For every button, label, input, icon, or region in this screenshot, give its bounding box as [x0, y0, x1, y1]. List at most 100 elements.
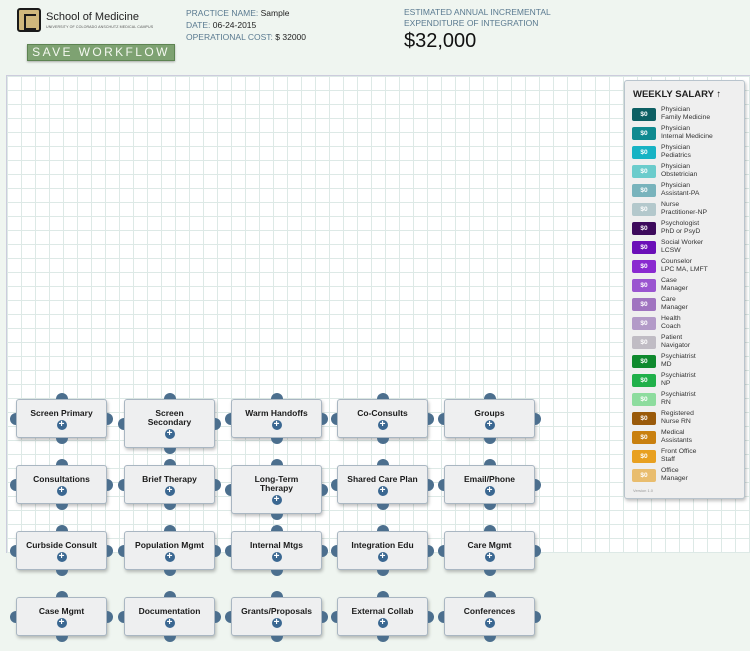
- connector-handle-bottom[interactable]: [55, 570, 68, 576]
- connector-handle-top[interactable]: [483, 525, 496, 531]
- connector-handle-top[interactable]: [483, 459, 496, 465]
- connector-handle-top[interactable]: [270, 525, 283, 531]
- connector-handle-top[interactable]: [55, 459, 68, 465]
- connector-handle-left[interactable]: [438, 544, 444, 557]
- connector-handle-right[interactable]: [428, 610, 434, 623]
- salary-value-chip[interactable]: $0: [632, 431, 656, 444]
- add-icon[interactable]: +: [56, 486, 67, 496]
- connector-handle-top[interactable]: [270, 591, 283, 597]
- connector-handle-left[interactable]: [10, 412, 16, 425]
- connector-handle-right[interactable]: [215, 610, 221, 623]
- connector-handle-top[interactable]: [55, 591, 68, 597]
- connector-handle-left[interactable]: [225, 544, 231, 557]
- connector-handle-top[interactable]: [376, 591, 389, 597]
- add-icon[interactable]: +: [164, 429, 175, 439]
- connector-handle-left[interactable]: [331, 544, 337, 557]
- salary-value-chip[interactable]: $0: [632, 222, 656, 235]
- add-icon[interactable]: +: [377, 420, 388, 430]
- salary-panel-title[interactable]: WEEKLY SALARY ↑: [633, 89, 721, 100]
- workflow-node[interactable]: Case Mgmt +: [10, 591, 113, 642]
- add-icon[interactable]: +: [271, 420, 282, 430]
- connector-handle-left[interactable]: [10, 610, 16, 623]
- salary-value-chip[interactable]: $0: [632, 393, 656, 406]
- connector-handle-bottom[interactable]: [483, 570, 496, 576]
- connector-handle-top[interactable]: [483, 591, 496, 597]
- connector-handle-bottom[interactable]: [376, 636, 389, 642]
- add-icon[interactable]: +: [271, 552, 282, 562]
- add-icon[interactable]: +: [484, 618, 495, 628]
- add-icon[interactable]: +: [484, 486, 495, 496]
- salary-value-chip[interactable]: $0: [632, 203, 656, 216]
- add-icon[interactable]: +: [271, 495, 282, 505]
- salary-value-chip[interactable]: $0: [632, 317, 656, 330]
- workflow-node[interactable]: Screen Primary +: [10, 393, 113, 444]
- workflow-node[interactable]: Groups +: [438, 393, 541, 444]
- connector-handle-left[interactable]: [438, 610, 444, 623]
- salary-value-chip[interactable]: $0: [632, 146, 656, 159]
- salary-value-chip[interactable]: $0: [632, 127, 656, 140]
- add-icon[interactable]: +: [271, 618, 282, 628]
- salary-value-chip[interactable]: $0: [632, 336, 656, 349]
- add-icon[interactable]: +: [377, 486, 388, 496]
- connector-handle-left[interactable]: [118, 610, 124, 623]
- salary-value-chip[interactable]: $0: [632, 165, 656, 178]
- add-icon[interactable]: +: [56, 420, 67, 430]
- salary-value-chip[interactable]: $0: [632, 469, 656, 482]
- workflow-node[interactable]: Email/Phone +: [438, 459, 541, 510]
- salary-value-chip[interactable]: $0: [632, 260, 656, 273]
- workflow-node[interactable]: Grants/Proposals +: [225, 591, 328, 642]
- add-icon[interactable]: +: [377, 552, 388, 562]
- connector-handle-left[interactable]: [331, 610, 337, 623]
- connector-handle-top[interactable]: [270, 459, 283, 465]
- connector-handle-left[interactable]: [225, 483, 231, 496]
- connector-handle-top[interactable]: [163, 525, 176, 531]
- salary-value-chip[interactable]: $0: [632, 355, 656, 368]
- workflow-node[interactable]: Integration Edu +: [331, 525, 434, 576]
- salary-value-chip[interactable]: $0: [632, 374, 656, 387]
- connector-handle-right[interactable]: [107, 610, 113, 623]
- add-icon[interactable]: +: [164, 618, 175, 628]
- add-icon[interactable]: +: [56, 552, 67, 562]
- workflow-node[interactable]: Screen Secondary +: [118, 393, 221, 454]
- connector-handle-top[interactable]: [163, 393, 176, 399]
- connector-handle-bottom[interactable]: [376, 570, 389, 576]
- add-icon[interactable]: +: [164, 552, 175, 562]
- workflow-node[interactable]: Care Mgmt +: [438, 525, 541, 576]
- connector-handle-left[interactable]: [118, 417, 124, 430]
- salary-value-chip[interactable]: $0: [632, 412, 656, 425]
- salary-value-chip[interactable]: $0: [632, 298, 656, 311]
- connector-handle-top[interactable]: [270, 393, 283, 399]
- connector-handle-right[interactable]: [535, 610, 541, 623]
- connector-handle-left[interactable]: [331, 478, 337, 491]
- connector-handle-top[interactable]: [376, 525, 389, 531]
- workflow-node[interactable]: Curbside Consult +: [10, 525, 113, 576]
- workflow-node[interactable]: Population Mgmt +: [118, 525, 221, 576]
- connector-handle-top[interactable]: [483, 393, 496, 399]
- connector-handle-top[interactable]: [163, 591, 176, 597]
- connector-handle-left[interactable]: [331, 412, 337, 425]
- workflow-node[interactable]: Consultations +: [10, 459, 113, 510]
- workflow-node[interactable]: Long-Term Therapy +: [225, 459, 328, 520]
- connector-handle-left[interactable]: [225, 412, 231, 425]
- connector-handle-left[interactable]: [10, 478, 16, 491]
- connector-handle-top[interactable]: [55, 525, 68, 531]
- salary-value-chip[interactable]: $0: [632, 108, 656, 121]
- connector-handle-bottom[interactable]: [163, 570, 176, 576]
- add-icon[interactable]: +: [484, 420, 495, 430]
- connector-handle-top[interactable]: [163, 459, 176, 465]
- salary-value-chip[interactable]: $0: [632, 241, 656, 254]
- add-icon[interactable]: +: [164, 486, 175, 496]
- connector-handle-bottom[interactable]: [55, 636, 68, 642]
- workflow-node[interactable]: Brief Therapy +: [118, 459, 221, 510]
- connector-handle-top[interactable]: [376, 393, 389, 399]
- workflow-node[interactable]: External Collab +: [331, 591, 434, 642]
- add-icon[interactable]: +: [377, 618, 388, 628]
- workflow-node[interactable]: Internal Mtgs +: [225, 525, 328, 576]
- connector-handle-left[interactable]: [118, 478, 124, 491]
- connector-handle-right[interactable]: [322, 610, 328, 623]
- connector-handle-top[interactable]: [376, 459, 389, 465]
- add-icon[interactable]: +: [56, 618, 67, 628]
- connector-handle-left[interactable]: [438, 412, 444, 425]
- connector-handle-top[interactable]: [55, 393, 68, 399]
- connector-handle-left[interactable]: [438, 478, 444, 491]
